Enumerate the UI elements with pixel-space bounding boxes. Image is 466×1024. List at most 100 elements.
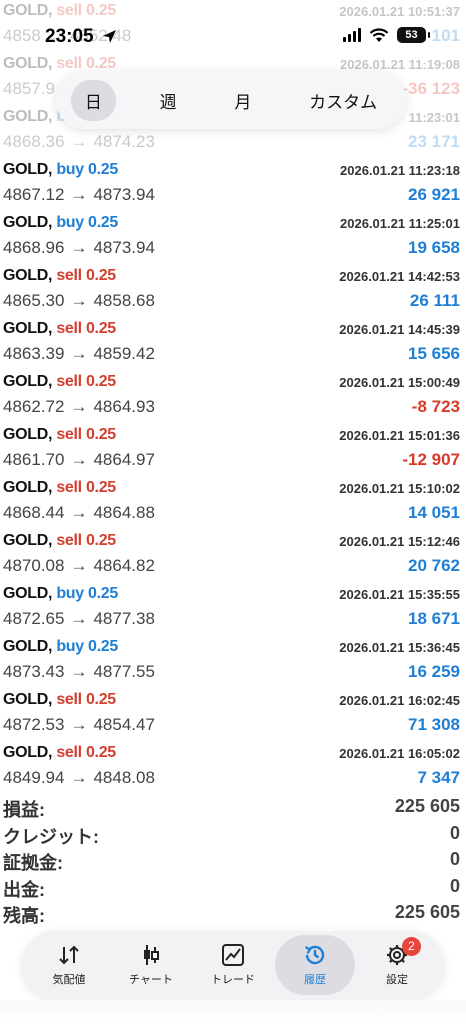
summary-label: 残高:	[3, 906, 45, 926]
trade-side-size: sell 0.25	[56, 267, 116, 284]
trade-prices: 4863.39 → 4859.42	[3, 344, 155, 364]
trade-profit: -8 723	[411, 397, 460, 416]
price-arrow: →	[70, 291, 88, 310]
trade-row[interactable]: GOLD, buy 0.25 2026.01.21 11:25:01 4868.96…	[0, 212, 466, 265]
nav-settings[interactable]: 設定 2	[357, 935, 437, 995]
summary-balance-row: 残高: 225 605	[0, 900, 466, 927]
trade-row[interactable]: GOLD, buy 0.25 2026.01.21 15:35:55 4872.65…	[0, 583, 466, 636]
trade-symbol-line: GOLD, sell 0.25	[3, 744, 116, 762]
trade-prices: 4861.70 → 4864.97	[3, 450, 155, 470]
price-arrow: →	[70, 238, 88, 257]
trade-row[interactable]: GOLD, buy 0.25 2026.01.21 15:36:45 4873.43…	[0, 636, 466, 689]
open-price: 4868.44	[3, 503, 65, 522]
summary-value: 225 605	[394, 902, 460, 922]
trade-prices: 4867.12 → 4873.94	[3, 185, 155, 205]
status-time: 23:05	[45, 26, 94, 47]
trade-row[interactable]: GOLD, sell 0.25 2026.01.21 14:42:53 4865.3…	[0, 265, 466, 318]
trade-row[interactable]: GOLD, sell 0.25 2026.01.21 15:10:02 4868.4…	[0, 477, 466, 530]
nav-trade[interactable]: トレード	[193, 935, 273, 995]
notification-badge: 2	[402, 937, 421, 956]
summary-profit-row: 損益: 225 605	[0, 794, 466, 821]
trade-profit: 23 171	[408, 132, 460, 151]
trade-side-size: sell 0.25	[56, 373, 116, 390]
nav-chart[interactable]: チャート	[111, 935, 191, 995]
trade-side-size: sell 0.25	[56, 479, 116, 496]
signal-icon	[343, 28, 361, 42]
open-price: 4865.30	[3, 291, 65, 310]
trade-profit: 19 658	[408, 238, 460, 257]
home-indicator-area	[0, 1000, 466, 1024]
trade-time: 2026.01.21 14:42:53	[339, 269, 460, 284]
nav-label: トレード	[211, 974, 255, 986]
trade-symbol-line: GOLD, buy 0.25	[3, 214, 118, 232]
trade-profit: 18 671	[408, 609, 460, 628]
open-price: 4867.12	[3, 185, 65, 204]
open-price: 4863.39	[3, 344, 65, 363]
close-price: 4877.38	[93, 609, 155, 628]
nav-label: 履歴	[304, 974, 326, 986]
open-price: 4870.08	[3, 556, 65, 575]
trade-symbol-line: GOLD, sell 0.25	[3, 426, 116, 444]
price-arrow: →	[70, 132, 88, 151]
nav-label: 設定	[386, 974, 408, 986]
trade-time: 2026.01.21 15:10:02	[339, 481, 460, 496]
trade-prices: 4868.44 → 4864.88	[3, 503, 155, 523]
summary-label: 証拠金:	[3, 853, 63, 873]
trade-side-size: sell 0.25	[56, 532, 116, 549]
price-arrow: →	[70, 609, 88, 628]
tab-custom[interactable]: カスタム	[295, 80, 391, 121]
open-price: 4873.43	[3, 662, 65, 681]
trade-prices: 4862.72 → 4864.93	[3, 397, 155, 417]
trade-symbol: GOLD,	[3, 161, 53, 178]
trade-prices: 4849.94 → 4848.08	[3, 768, 155, 788]
trade-side-size: buy 0.25	[56, 638, 118, 655]
trade-row[interactable]: GOLD, sell 0.25 2026.01.21 15:12:46 4870.0…	[0, 530, 466, 583]
quotes-arrows-icon	[59, 945, 79, 965]
nav-history[interactable]: 履歴	[275, 935, 355, 995]
trade-time: 2026.01.21 15:35:55	[339, 587, 460, 602]
trade-prices: 4873.43 → 4877.55	[3, 662, 155, 682]
trade-profit: 71 308	[408, 715, 460, 734]
trade-side-size: sell 0.25	[56, 320, 116, 337]
close-price: 4873.94	[93, 238, 155, 257]
price-arrow: →	[70, 344, 88, 363]
price-arrow: →	[70, 556, 88, 575]
trade-symbol: GOLD,	[3, 479, 53, 496]
price-arrow: →	[70, 397, 88, 416]
trade-line-chart-icon	[222, 944, 244, 966]
price-arrow: →	[70, 715, 88, 734]
tab-month[interactable]: 月	[220, 80, 265, 121]
trade-row[interactable]: GOLD, sell 0.25 2026.01.21 15:00:49 4862.7…	[0, 371, 466, 424]
trade-row[interactable]: GOLD, sell 0.25 2026.01.21 16:05:02 4849.9…	[0, 742, 466, 795]
trade-symbol: GOLD,	[3, 638, 53, 655]
location-arrow-icon	[103, 30, 116, 43]
trade-symbol: GOLD,	[3, 744, 53, 761]
open-price: 4868.96	[3, 238, 65, 257]
trade-time: 2026.01.21 16:02:45	[339, 693, 460, 708]
trade-time: 2026.01.21 11:19:08	[340, 57, 460, 72]
nav-quotes[interactable]: 気配値	[29, 935, 109, 995]
summary-withdrawal-row: 出金: 0	[0, 874, 466, 901]
trade-profit: 20 762	[408, 556, 460, 575]
trade-row[interactable]: GOLD, sell 0.25 2026.01.21 14:45:39 4863.3…	[0, 318, 466, 371]
trade-row[interactable]: GOLD, buy 0.25 2026.01.21 11:23:18 4867.12…	[0, 159, 466, 212]
trade-time: 2026.01.21 15:36:45	[339, 640, 460, 655]
tab-day[interactable]: 日	[70, 79, 116, 121]
trade-row[interactable]: GOLD, sell 0.25 2026.01.21 15:01:36 4861.7…	[0, 424, 466, 477]
trade-time: 2026.01.21 15:01:36	[339, 428, 460, 443]
trade-row[interactable]: GOLD, sell 0.25 2026.01.21 16:02:45 4872.5…	[0, 689, 466, 742]
trade-symbol: GOLD,	[3, 320, 53, 337]
open-price: 4861.70	[3, 450, 65, 469]
close-price: 4864.82	[93, 556, 155, 575]
history-clock-icon	[304, 945, 325, 965]
price-arrow: →	[70, 662, 88, 681]
trade-symbol: GOLD,	[3, 373, 53, 390]
tab-week[interactable]: 週	[146, 80, 191, 121]
close-price: 4854.47	[93, 715, 155, 734]
summary-value: 0	[449, 822, 460, 843]
close-price: 4864.88	[93, 503, 155, 522]
close-price: 4864.97	[93, 450, 155, 469]
trade-symbol: GOLD,	[3, 532, 53, 549]
trade-prices: 4868.96 → 4873.94	[3, 238, 155, 258]
trade-side-size: sell 0.25	[56, 426, 116, 443]
